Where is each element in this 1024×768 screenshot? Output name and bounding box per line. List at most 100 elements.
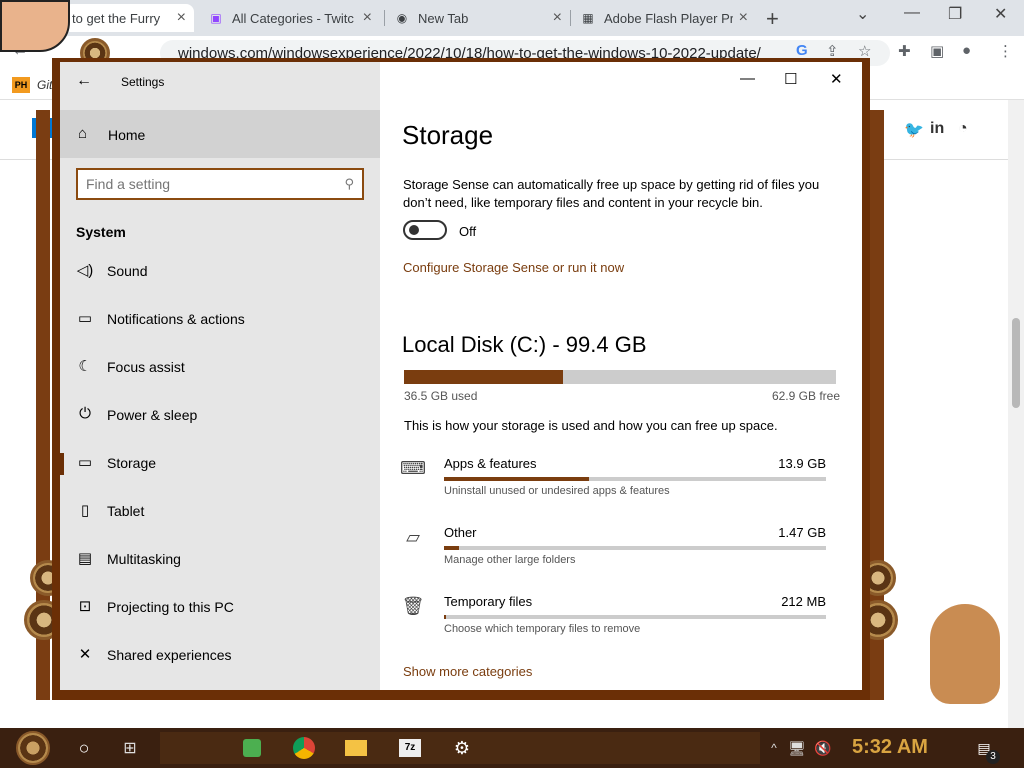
sidebar-item-label: Tablet: [107, 503, 145, 519]
chevron-up-icon[interactable]: ^: [764, 732, 784, 764]
twitch-icon: ▣: [210, 11, 222, 25]
sidebar-item-storage[interactable]: ▭ Storage: [60, 440, 380, 488]
settings-gear-icon[interactable]: ⚙: [446, 732, 478, 764]
shared-experiences-icon: ✕: [78, 646, 92, 663]
notifications-icon: ▭: [77, 310, 93, 327]
category-bar: [444, 477, 826, 481]
browser-tab-2[interactable]: ◉ New Tab ×: [386, 4, 570, 32]
sidebar-item-label: Multitasking: [107, 551, 181, 567]
settings-window: ← Settings ⌂ Home ⚲ System ◁) Sound ▭ No…: [52, 58, 870, 700]
browser-tabstrip: to get the Furry × ▣ All Categories - Tw…: [0, 0, 1024, 36]
page-scrollbar[interactable]: [1008, 100, 1024, 728]
network-icon[interactable]: 🖥: [786, 732, 808, 764]
taskbar-clock[interactable]: 5:32 AM: [852, 736, 928, 759]
disk-usage-fill: [404, 370, 563, 384]
minimize-icon[interactable]: —: [740, 70, 755, 87]
hamster-mascot: [930, 604, 1000, 704]
file-explorer-icon[interactable]: [340, 732, 372, 764]
rss-icon[interactable]: ◔: [958, 120, 968, 138]
category-apps-features[interactable]: ⌨ Apps & features 13.9 GB Uninstall unus…: [400, 456, 830, 512]
sidebar-item-tablet[interactable]: ▯ Tablet: [60, 488, 380, 536]
category-name: Apps & features: [444, 456, 537, 471]
new-tab-button[interactable]: +: [766, 6, 779, 32]
category-bar-fill: [444, 546, 460, 550]
disk-usage-bar: [404, 370, 836, 384]
sidebar-item-home[interactable]: ⌂ Home: [60, 110, 380, 158]
side-panel-icon[interactable]: ▣: [930, 42, 944, 60]
sidebar-item-focus-assist[interactable]: ☾ Focus assist: [60, 344, 380, 392]
disk-title: Local Disk (C:) - 99.4 GB: [402, 332, 647, 357]
restore-browser-icon[interactable]: ❐: [948, 4, 962, 24]
notification-count-badge: 3: [986, 750, 1000, 764]
page-title: Storage: [402, 120, 494, 150]
toggle-state-label: Off: [459, 224, 477, 239]
sidebar-item-label: Projecting to this PC: [107, 599, 234, 615]
steampunk-start-icon: [16, 731, 50, 765]
tab-title: New Tab: [418, 10, 469, 26]
sidebar-item-power-sleep[interactable]: ⏻ Power & sleep: [60, 392, 380, 440]
sidebar-item-label: Sound: [107, 263, 148, 279]
producthunt-icon[interactable]: PH: [12, 77, 30, 93]
task-view-icon[interactable]: ⊞: [112, 732, 148, 764]
show-more-categories-link[interactable]: Show more categories: [403, 664, 532, 679]
7zip-icon[interactable]: 7z: [394, 732, 426, 764]
storage-sense-toggle[interactable]: [403, 220, 447, 240]
close-tab-icon[interactable]: ×: [553, 9, 562, 27]
extensions-icon[interactable]: ✚: [898, 42, 911, 60]
bookmark-item[interactable]: Git: [37, 78, 52, 92]
scrollbar-thumb[interactable]: [1012, 318, 1020, 408]
storage-content-pane: — ☐ ✕ Storage Storage Sense can automati…: [380, 62, 862, 690]
browser-tab-3[interactable]: ▦ Adobe Flash Player Pr ×: [572, 4, 756, 32]
sidebar-item-shared-experiences[interactable]: ✕ Shared experiences: [60, 632, 380, 680]
category-bar: [444, 615, 826, 619]
search-icon: ⚲: [344, 176, 354, 191]
close-tab-icon[interactable]: ×: [177, 9, 186, 27]
configure-storage-sense-link[interactable]: Configure Storage Sense or run it now: [403, 260, 624, 275]
sidebar-item-multitasking[interactable]: ▤ Multitasking: [60, 536, 380, 584]
menu-icon[interactable]: ⋮: [998, 42, 1013, 60]
google-icon[interactable]: G: [796, 42, 808, 59]
speaker-icon: ◁): [76, 262, 94, 279]
browser-tab-1[interactable]: ▣ All Categories - Twitc ×: [200, 4, 380, 32]
settings-search-box[interactable]: ⚲: [76, 168, 364, 200]
projecting-icon: ⊡: [78, 598, 92, 615]
volume-muted-icon[interactable]: 🔇: [812, 732, 834, 764]
sidebar-item-sound[interactable]: ◁) Sound: [60, 248, 380, 296]
tab-title: Adobe Flash Player Pr: [604, 10, 733, 26]
cortana-icon[interactable]: ○: [68, 732, 100, 764]
sidebar-item-projecting[interactable]: ⊡ Projecting to this PC: [60, 584, 380, 632]
settings-sidebar: ← Settings ⌂ Home ⚲ System ◁) Sound ▭ No…: [60, 62, 380, 690]
sidebar-item-notifications[interactable]: ▭ Notifications & actions: [60, 296, 380, 344]
category-size: 1.47 GB: [778, 525, 826, 540]
close-tab-icon[interactable]: ×: [363, 9, 372, 27]
browser-tab-0[interactable]: to get the Furry ×: [64, 4, 194, 32]
selection-marker: [60, 453, 64, 475]
back-arrow-icon[interactable]: ←: [76, 72, 92, 90]
profile-icon[interactable]: ●: [962, 42, 971, 59]
close-tab-icon[interactable]: ×: [739, 9, 748, 27]
minimize-browser-icon[interactable]: —: [904, 4, 920, 22]
home-icon: ⌂: [78, 125, 88, 142]
toggle-knob: [409, 225, 419, 235]
category-size: 13.9 GB: [778, 456, 826, 471]
disk-free-label: 62.9 GB free: [771, 389, 840, 403]
search-input[interactable]: [86, 176, 326, 192]
start-button[interactable]: [8, 731, 58, 765]
tab-title: All Categories - Twitc: [232, 10, 354, 26]
sticky-notes-icon[interactable]: [236, 732, 268, 764]
category-other[interactable]: ▱ Other 1.47 GB Manage other large folde…: [400, 525, 830, 581]
close-browser-icon[interactable]: ✕: [994, 4, 1007, 24]
home-label: Home: [108, 127, 146, 143]
sidebar-item-label: Power & sleep: [107, 407, 198, 423]
tab-search-icon[interactable]: ⌄: [856, 4, 869, 24]
close-icon[interactable]: ✕: [830, 70, 843, 88]
twitter-icon[interactable]: 🐦: [904, 120, 924, 140]
tab-divider: [384, 10, 385, 26]
category-temporary-files[interactable]: 🗑 Temporary files 212 MB Choose which te…: [400, 594, 830, 650]
maximize-icon[interactable]: ☐: [784, 70, 797, 88]
linkedin-icon[interactable]: in: [930, 120, 944, 138]
sidebar-item-label: Shared experiences: [107, 647, 232, 663]
chrome-icon[interactable]: [288, 732, 320, 764]
moon-icon: ☾: [78, 358, 92, 375]
disk-used-label: 36.5 GB used: [404, 389, 478, 403]
